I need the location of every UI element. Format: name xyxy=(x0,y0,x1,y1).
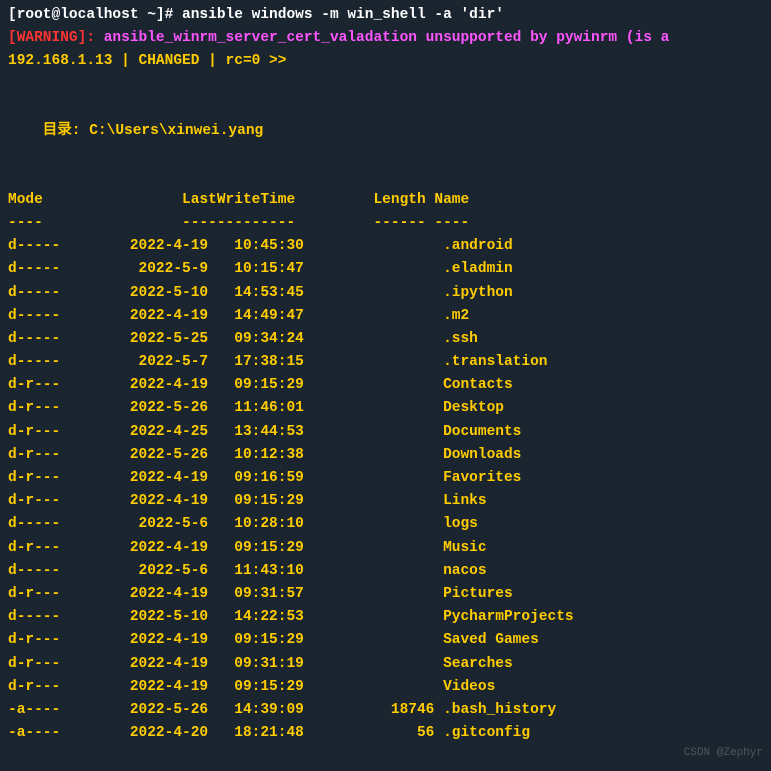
table-row: d-r--- 2022-4-19 09:31:19 Searches xyxy=(8,653,763,676)
watermark: CSDN @Zephyr xyxy=(684,745,763,763)
table-row: d-r--- 2022-4-19 09:15:29 Music xyxy=(8,537,763,560)
table-row: d-r--- 2022-5-26 11:46:01 Desktop xyxy=(8,397,763,420)
table-header: Mode LastWriteTime Length Name xyxy=(8,189,763,212)
table-row: d----- 2022-5-10 14:53:45 .ipython xyxy=(8,282,763,305)
table-row: d----- 2022-5-25 09:34:24 .ssh xyxy=(8,328,763,351)
table-row: d-r--- 2022-4-25 13:44:53 Documents xyxy=(8,421,763,444)
table-row: d----- 2022-5-9 10:15:47 .eladmin xyxy=(8,258,763,281)
warning-line: [WARNING]: ansible_winrm_server_cert_val… xyxy=(8,27,763,50)
table-row: d----- 2022-5-6 11:43:10 nacos xyxy=(8,560,763,583)
directory-label: 目录: C:\Users\xinwei.yang xyxy=(8,120,763,143)
table-row: d-r--- 2022-4-19 09:15:29 Contacts xyxy=(8,374,763,397)
table-row: d-r--- 2022-5-26 10:12:38 Downloads xyxy=(8,444,763,467)
table-row: d----- 2022-4-19 14:49:47 .m2 xyxy=(8,305,763,328)
table-row: d----- 2022-5-7 17:38:15 .translation xyxy=(8,351,763,374)
blank-line xyxy=(8,97,763,120)
table-row: d----- 2022-4-19 10:45:30 .android xyxy=(8,235,763,258)
warning-label: [WARNING]: xyxy=(8,30,104,46)
table-row: d-r--- 2022-4-19 09:15:29 Videos xyxy=(8,676,763,699)
table-row: -a---- 2022-5-26 14:39:09 18746 .bash_hi… xyxy=(8,699,763,722)
blank-line xyxy=(8,74,763,97)
shell-prompt: [root@localhost ~]# ansible windows -m w… xyxy=(8,4,763,27)
warning-text: ansible_winrm_server_cert_valadation uns… xyxy=(104,30,670,46)
table-row: d-r--- 2022-4-19 09:31:57 Pictures xyxy=(8,583,763,606)
table-row: d-r--- 2022-4-19 09:16:59 Favorites xyxy=(8,467,763,490)
table-row: -a---- 2022-4-20 18:21:48 56 .gitconfig xyxy=(8,722,763,745)
table-row: d----- 2022-5-6 10:28:10 logs xyxy=(8,513,763,536)
table-header-separator: ---- ------------- ------ ---- xyxy=(8,212,763,235)
table-row: d----- 2022-5-10 14:22:53 PycharmProject… xyxy=(8,606,763,629)
table-row: d-r--- 2022-4-19 09:15:29 Links xyxy=(8,490,763,513)
blank-line xyxy=(8,143,763,166)
table-row: d-r--- 2022-4-19 09:15:29 Saved Games xyxy=(8,629,763,652)
host-status: 192.168.1.13 | CHANGED | rc=0 >> xyxy=(8,50,763,73)
blank-line xyxy=(8,166,763,189)
